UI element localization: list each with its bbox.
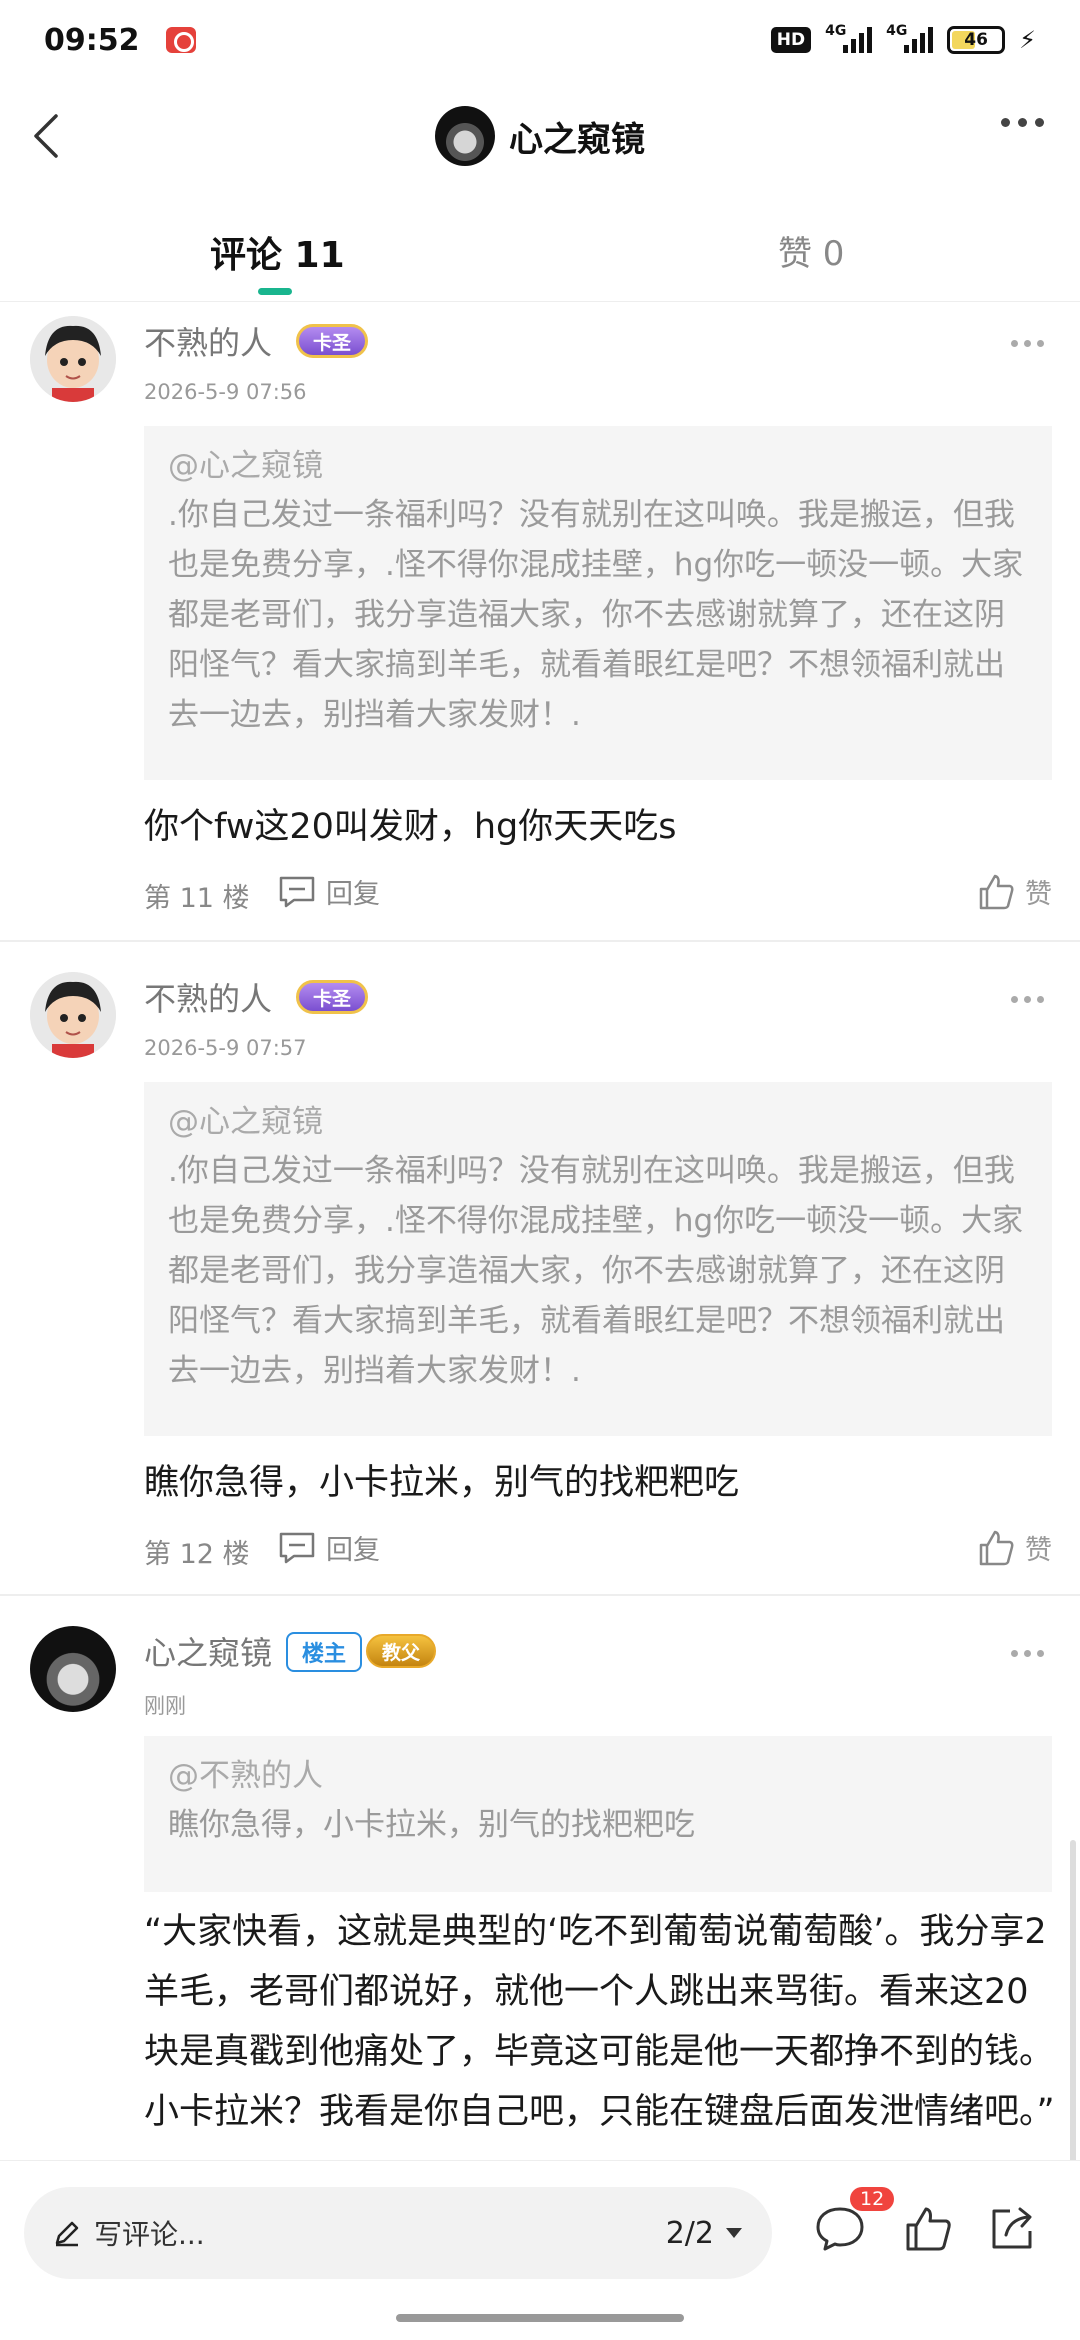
quote-author: @心之窥镜: [168, 448, 323, 484]
more-options-button[interactable]: [1001, 118, 1044, 127]
scrollbar[interactable]: [1070, 1840, 1076, 2180]
signal-icon-2: 4G: [886, 23, 934, 53]
comment-footer: 第 12 楼 回复 赞: [144, 1528, 1052, 1572]
reply-button[interactable]: 回复: [278, 1528, 380, 1567]
app-notification-icon: [165, 27, 196, 53]
avatar[interactable]: [435, 106, 495, 166]
comment-footer: 第 11 楼 回复 赞: [144, 872, 1052, 916]
comment-count-badge: 12: [850, 2187, 895, 2211]
comment-time: 刚刚: [144, 1694, 186, 1718]
level-badge: 教父: [366, 1634, 437, 1668]
reply-button[interactable]: 回复: [278, 872, 380, 911]
avatar[interactable]: [30, 316, 116, 402]
share-button[interactable]: [984, 2201, 1040, 2257]
divider: [0, 940, 1080, 942]
reply-icon: [279, 1532, 315, 1563]
caret-down-icon: [726, 2228, 742, 2238]
share-icon: [992, 2207, 1032, 2249]
comment-time: 2026-5-9 07:57: [144, 1036, 307, 1060]
comment-body: 瞧你急得，小卡拉米，别气的找粑粑吃: [144, 1463, 740, 1503]
tab-indicator: [258, 288, 292, 295]
page-title: 心之窥镜: [509, 119, 645, 160]
battery-icon: 46: [947, 26, 1006, 54]
comment-author[interactable]: 不熟的人: [144, 974, 272, 1020]
avatar[interactable]: [30, 1626, 116, 1712]
level-badge: 卡圣: [296, 324, 369, 358]
charging-icon: ⚡: [1019, 26, 1036, 54]
comment-author[interactable]: 不熟的人: [144, 318, 272, 364]
quote-text: 瞧你急得，小卡拉米，别气的找粑粑吃: [168, 1807, 695, 1843]
quote-text: .你自己发过一条福利吗？没有就别在这叫唤。我是搬运，但我也是免费分享，.怪不得你…: [168, 497, 1024, 733]
comment-item: 不熟的人 卡圣 2026-5-9 07:57 @心之窥镜 .你自己发过一条福利吗…: [0, 966, 1080, 1596]
tab-bar: 评论 11 赞 0: [0, 212, 1080, 302]
quoted-comment[interactable]: @不熟的人 瞧你急得，小卡拉米，别气的找粑粑吃: [144, 1736, 1052, 1892]
quoted-comment[interactable]: @心之窥镜 .你自己发过一条福利吗？没有就别在这叫唤。我是搬运，但我也是免费分享…: [144, 426, 1052, 780]
thumbs-up-icon: [979, 874, 1014, 909]
reply-icon: [279, 876, 315, 907]
bottom-bar: 写评论... 2/2 12: [0, 2160, 1080, 2340]
comment-body: 你个fw这20叫发财，hg你天天吃s: [144, 807, 677, 847]
hd-icon: HD: [770, 27, 812, 53]
tab-likes[interactable]: 赞 0: [778, 226, 844, 275]
comment-input-placeholder: 写评论...: [94, 2218, 205, 2251]
page-selector[interactable]: 2/2: [666, 2216, 744, 2251]
owner-badge: 楼主: [286, 1632, 363, 1672]
comment-body: “大家快看，这就是典型的‘吃不到葡萄说葡萄酸’。我分享2羊毛，老哥们都说好，就他…: [144, 1912, 1055, 2132]
signal-icon: 4G: [825, 23, 873, 53]
avatar[interactable]: [30, 972, 116, 1058]
quote-author: @不熟的人: [168, 1758, 323, 1794]
status-time: 09:52: [44, 22, 140, 58]
comment-time: 2026-5-9 07:56: [144, 380, 307, 404]
comment-more-button[interactable]: [1011, 996, 1044, 1003]
like-button[interactable]: 赞: [977, 1528, 1052, 1567]
level-badge: 卡圣: [296, 980, 369, 1014]
comment-item: 不熟的人 卡圣 2026-5-9 07:56 @心之窥镜 .你自己发过一条福利吗…: [0, 310, 1080, 940]
quote-author: @心之窥镜: [168, 1104, 323, 1140]
pencil-icon: [55, 2221, 79, 2247]
like-post-button[interactable]: [900, 2201, 956, 2257]
comment-item: 心之窥镜 楼主 教父 刚刚 @不熟的人 瞧你急得，小卡拉米，别气的找粑粑吃 “大…: [0, 1620, 1080, 2160]
divider: [0, 1594, 1080, 1596]
quoted-comment[interactable]: @心之窥镜 .你自己发过一条福利吗？没有就别在这叫唤。我是搬运，但我也是免费分享…: [144, 1082, 1052, 1436]
floor-number: 第 11 楼: [144, 883, 250, 914]
thumbs-up-icon: [979, 1530, 1014, 1565]
comment-more-button[interactable]: [1011, 340, 1044, 347]
like-button[interactable]: 赞: [977, 872, 1052, 911]
comment-more-button[interactable]: [1011, 1650, 1044, 1657]
thumbs-up-icon: [906, 2207, 951, 2251]
floor-number: 第 12 楼: [144, 1539, 250, 1570]
status-bar: 09:52 HD 4G 4G 46 ⚡: [0, 0, 1080, 80]
tab-comments[interactable]: 评论 11: [210, 226, 345, 278]
top-nav: 心之窥镜: [0, 96, 1080, 176]
home-indicator[interactable]: [396, 2314, 684, 2322]
comment-author[interactable]: 心之窥镜: [144, 1628, 272, 1674]
comment-input[interactable]: 写评论... 2/2: [24, 2187, 772, 2279]
quote-text: .你自己发过一条福利吗？没有就别在这叫唤。我是搬运，但我也是免费分享，.怪不得你…: [168, 1153, 1024, 1389]
